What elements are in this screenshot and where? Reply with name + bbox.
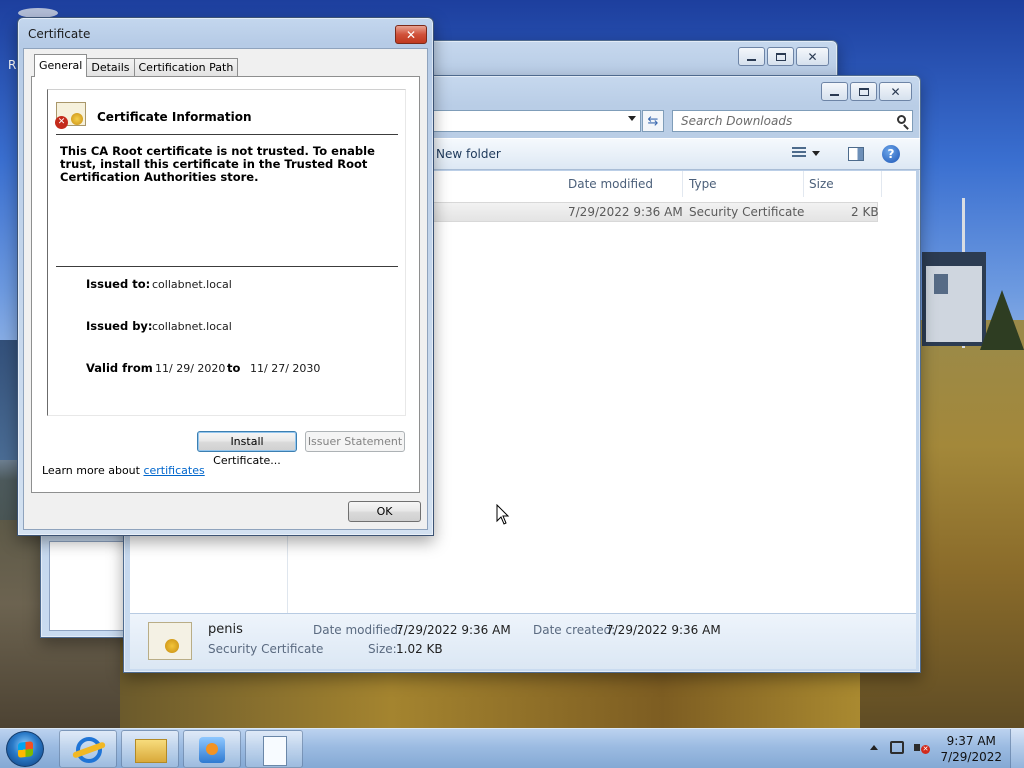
seal-icon <box>71 113 83 125</box>
file-date-modified: 7/29/2022 9:36 AM <box>568 205 683 219</box>
close-icon: ✕ <box>405 27 417 42</box>
file-type: Security Certificate <box>689 205 805 219</box>
certificate-file-icon <box>148 622 192 660</box>
document-icon <box>263 736 287 766</box>
valid-to-value: 11/ 27/ 2030 <box>250 362 321 375</box>
learn-more-text: Learn more about certificates <box>42 464 205 477</box>
error-icon: ✕ <box>55 116 68 129</box>
minimize-icon <box>830 93 839 96</box>
refresh-button[interactable]: ⇆ <box>642 110 664 132</box>
folder-icon <box>135 739 167 763</box>
minimize-button[interactable] <box>821 82 848 101</box>
wallpaper-tree <box>980 290 1024 350</box>
close-button[interactable]: ✕ <box>879 82 912 101</box>
issued-by-value: collabnet.local <box>152 320 232 333</box>
trust-warning-text: This CA Root certificate is not trusted.… <box>60 144 375 184</box>
preview-pane-icon[interactable] <box>848 147 864 161</box>
new-folder-button[interactable]: New folder <box>436 147 501 161</box>
close-button[interactable]: ✕ <box>395 25 427 44</box>
taskbar-windows-explorer[interactable] <box>121 730 179 768</box>
install-certificate-button[interactable]: Install Certificate... <box>197 431 297 467</box>
details-pane: penis Security Certificate Date modified… <box>130 613 916 669</box>
details-date-created: 7/29/2022 9:36 AM <box>606 623 721 637</box>
maximize-button[interactable] <box>850 82 877 101</box>
divider <box>56 134 398 135</box>
details-size-label: Size: <box>368 642 397 656</box>
valid-from-label: Valid from <box>86 361 153 375</box>
dialog-body: General Details Certification Path ✕ Cer… <box>23 48 428 530</box>
help-icon[interactable]: ? <box>882 145 900 163</box>
details-file-kind: Security Certificate <box>208 642 324 656</box>
issued-to-label: Issued to: <box>86 277 151 291</box>
internet-explorer-icon <box>76 737 102 763</box>
tab-general[interactable]: General <box>34 54 88 77</box>
taskbar: ✕ 9:37 AM 7/29/2022 <box>0 728 1024 768</box>
certificate-dialog[interactable]: Certificate ✕ General Details Certificat… <box>17 17 434 536</box>
chevron-down-icon <box>812 150 820 156</box>
details-size: 1.02 KB <box>396 642 443 656</box>
show-desktop-button[interactable] <box>1010 729 1024 768</box>
issued-by-label: Issued by: <box>86 319 153 333</box>
dialog-title: Certificate <box>28 27 91 41</box>
search-input[interactable]: Search Downloads <box>672 110 913 132</box>
issuer-statement-button: Issuer Statement <box>305 431 405 452</box>
details-date-modified-label: Date modified: <box>313 623 403 637</box>
show-hidden-icons-icon[interactable] <box>870 745 878 750</box>
divider <box>56 266 398 267</box>
dialog-caption-buttons: ✕ <box>395 25 427 44</box>
explorer-caption-buttons: ✕ <box>821 82 912 101</box>
close-icon: ✕ <box>807 49 818 64</box>
cursor-arrow-icon <box>496 504 510 525</box>
background-window-pane <box>49 541 129 631</box>
certificate-info-title: Certificate Information <box>97 110 252 124</box>
minimize-icon <box>747 58 756 61</box>
clock-time: 9:37 AM <box>946 734 996 748</box>
volume-muted-icon[interactable]: ✕ <box>914 741 930 755</box>
certificate-info-box: ✕ Certificate Information This CA Root c… <box>47 89 406 416</box>
valid-from-value: 11/ 29/ 2020 <box>155 362 226 375</box>
view-list-icon <box>792 147 806 159</box>
general-tab-panel: ✕ Certificate Information This CA Root c… <box>31 76 420 493</box>
network-icon[interactable] <box>890 741 904 754</box>
clock[interactable]: 9:37 AM 7/29/2022 <box>940 733 1002 765</box>
details-date-modified: 7/29/2022 9:36 AM <box>396 623 511 637</box>
valid-to-label: to <box>227 361 241 375</box>
column-date-modified[interactable]: Date modified <box>563 171 683 197</box>
mute-icon: ✕ <box>921 745 930 754</box>
maximize-icon <box>775 52 786 61</box>
search-placeholder: Search Downloads <box>681 114 793 128</box>
wallpaper-house <box>922 252 986 346</box>
change-view-button[interactable] <box>792 147 820 159</box>
tab-strip: General Details Certification Path <box>34 54 239 77</box>
column-size[interactable]: Size <box>804 171 882 197</box>
system-tray: ✕ 9:37 AM 7/29/2022 <box>864 729 1024 768</box>
details-file-name: penis <box>208 622 243 637</box>
desktop-edge-letter: R <box>8 58 17 72</box>
search-icon[interactable] <box>897 115 906 124</box>
media-player-icon <box>199 737 225 763</box>
taskbar-media-player[interactable] <box>183 730 241 768</box>
tab-details[interactable]: Details <box>86 58 135 77</box>
minimize-button[interactable] <box>738 47 765 66</box>
certificate-icon: ✕ <box>55 102 86 129</box>
taskbar-certificate-window[interactable] <box>245 730 303 768</box>
close-icon: ✕ <box>890 84 901 99</box>
address-dropdown-icon[interactable] <box>628 116 636 121</box>
close-button[interactable]: ✕ <box>796 47 829 66</box>
taskbar-internet-explorer[interactable] <box>59 730 117 768</box>
maximize-icon <box>858 87 869 96</box>
clock-date: 7/29/2022 <box>940 750 1002 764</box>
issued-to-value: collabnet.local <box>152 278 232 291</box>
learn-more-prefix: Learn more about <box>42 464 144 477</box>
refresh-icon: ⇆ <box>647 113 659 129</box>
details-date-created-label: Date created: <box>533 623 616 637</box>
maximize-button[interactable] <box>767 47 794 66</box>
background-window-caption-buttons: ✕ <box>738 47 829 66</box>
column-type[interactable]: Type <box>684 171 804 197</box>
ok-button[interactable]: OK <box>348 501 421 522</box>
certificates-link[interactable]: certificates <box>143 464 204 477</box>
file-size: 2 KB <box>851 205 879 219</box>
start-button[interactable] <box>6 731 44 767</box>
tab-certification-path[interactable]: Certification Path <box>133 58 239 77</box>
